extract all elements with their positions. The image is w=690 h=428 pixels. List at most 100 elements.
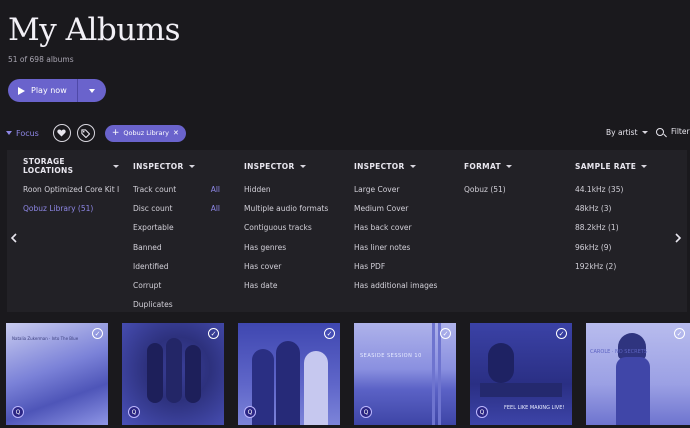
filter-label: Filter <box>671 127 690 136</box>
close-icon[interactable]: ✕ <box>173 129 179 137</box>
album-card[interactable]: Natalia Zukerman · Into The Blue ✓ Q <box>6 323 108 425</box>
option-label: Disc count <box>133 204 173 214</box>
figure <box>185 345 201 403</box>
option-label: Track count <box>133 185 177 194</box>
check-icon[interactable]: ✓ <box>208 328 219 339</box>
inspector-column-3: INSPECTOR Large Cover Medium Cover Has b… <box>354 160 454 295</box>
inspector-header[interactable]: INSPECTOR <box>244 160 344 172</box>
plus-icon: + <box>111 128 120 138</box>
filter-option[interactable]: Exportable <box>133 218 220 237</box>
focus-label: Focus <box>16 128 39 138</box>
album-card[interactable]: SEASIDE SESSION 10 ✓ Q <box>354 323 456 425</box>
column-heading: INSPECTOR <box>133 161 184 171</box>
favorite-filter-button[interactable] <box>52 124 71 142</box>
chevron-down-icon <box>6 131 12 135</box>
play-now-button[interactable]: Play now <box>8 79 77 102</box>
album-cover-text: Natalia Zukerman · Into The Blue <box>12 336 79 341</box>
chip-label: Qobuz Library <box>123 129 169 137</box>
focus-toggle[interactable]: Focus <box>6 129 39 138</box>
chevron-right-icon[interactable] <box>674 233 682 243</box>
sort-dropdown[interactable]: By artist <box>606 128 648 137</box>
filter-option[interactable]: Has PDF <box>354 257 454 276</box>
column-heading: INSPECTOR <box>244 161 295 171</box>
filter-option[interactable]: Banned <box>133 238 220 257</box>
qobuz-icon: Q <box>360 406 372 418</box>
album-card[interactable]: ✓ Q <box>238 323 340 425</box>
filter-option[interactable]: 88.2kHz (1) <box>575 218 665 237</box>
filter-option[interactable]: 44.1kHz (35) <box>575 180 665 199</box>
play-icon <box>18 86 25 95</box>
chevron-down-icon <box>299 164 306 168</box>
filter-option[interactable]: Identified <box>133 257 220 276</box>
divider <box>438 323 441 425</box>
filter-option[interactable]: Has back cover <box>354 218 454 237</box>
filter-option[interactable]: Has liner notes <box>354 238 454 257</box>
check-icon[interactable]: ✓ <box>324 328 335 339</box>
tag-filter-button[interactable] <box>76 124 95 142</box>
all-link[interactable]: All <box>211 199 220 218</box>
filter-option[interactable]: Large Cover <box>354 180 454 199</box>
filter-option[interactable]: Corrupt <box>133 276 220 295</box>
filter-option[interactable]: Has additional images <box>354 276 454 295</box>
figure <box>304 351 328 425</box>
focus-bar: Focus + Qobuz Library ✕ <box>6 124 186 142</box>
filter-option[interactable]: Disc count All <box>133 199 220 218</box>
filter-button[interactable]: Filter <box>656 127 690 136</box>
heart-icon <box>57 129 67 137</box>
sample-rate-header[interactable]: SAMPLE RATE <box>575 160 665 172</box>
filter-option[interactable]: Roon Optimized Core Kit Intr <box>23 180 119 199</box>
album-count: 51 of 698 albums <box>8 55 74 64</box>
format-column: FORMAT Qobuz (51) <box>464 160 554 199</box>
filter-option[interactable]: Qobuz (51) <box>464 180 554 199</box>
play-options-dropdown[interactable] <box>77 79 106 102</box>
check-icon[interactable]: ✓ <box>440 328 451 339</box>
search-icon <box>656 127 664 136</box>
storage-locations-header[interactable]: STORAGE LOCATIONS <box>23 157 119 175</box>
filter-option[interactable]: Contiguous tracks <box>244 218 344 237</box>
filter-option[interactable]: Has cover <box>244 257 344 276</box>
album-card[interactable]: ✓ Q <box>122 323 224 425</box>
check-icon[interactable]: ✓ <box>92 328 103 339</box>
album-card[interactable]: FEEL LIKE MAKING LIVE! ✓ Q <box>470 323 572 425</box>
inspector-header[interactable]: INSPECTOR <box>354 160 454 172</box>
filter-option[interactable]: Multiple audio formats <box>244 199 344 218</box>
album-cover-text: SEASIDE SESSION 10 <box>360 353 422 359</box>
inspector-column-1: INSPECTOR Track count All Disc count All… <box>133 160 220 314</box>
inspector-header[interactable]: INSPECTOR <box>133 160 220 172</box>
page-title: My Albums <box>8 12 181 48</box>
chevron-down-icon <box>188 164 195 168</box>
inspector-column-2: INSPECTOR Hidden Multiple audio formats … <box>244 160 344 295</box>
filter-option[interactable]: Hidden <box>244 180 344 199</box>
check-icon[interactable]: ✓ <box>556 328 567 339</box>
filter-option[interactable]: 96kHz (9) <box>575 238 665 257</box>
qobuz-library-chip[interactable]: + Qobuz Library ✕ <box>104 124 186 142</box>
chevron-down-icon <box>505 164 512 168</box>
chevron-down-icon <box>641 131 648 134</box>
album-cover-text: FEEL LIKE MAKING LIVE! <box>504 405 565 411</box>
filter-option[interactable]: Medium Cover <box>354 199 454 218</box>
play-button-group: Play now <box>8 79 106 102</box>
column-heading: INSPECTOR <box>354 161 405 171</box>
filter-option-selected[interactable]: Qobuz Library (51) <box>23 199 119 218</box>
all-link[interactable]: All <box>211 180 220 199</box>
filter-option[interactable]: 48kHz (3) <box>575 199 665 218</box>
filter-option[interactable]: Has date <box>244 276 344 295</box>
chevron-down-icon <box>409 164 416 168</box>
filter-option[interactable]: Has genres <box>244 238 344 257</box>
figure <box>166 338 182 403</box>
filter-option[interactable]: 192kHz (2) <box>575 257 665 276</box>
filter-option[interactable]: Duplicates <box>133 295 220 314</box>
column-heading: SAMPLE RATE <box>575 161 637 171</box>
qobuz-icon: Q <box>476 406 488 418</box>
sample-rate-column: SAMPLE RATE 44.1kHz (35) 48kHz (3) 88.2k… <box>575 160 665 276</box>
storage-locations-column: STORAGE LOCATIONS Roon Optimized Core Ki… <box>23 157 119 218</box>
album-card[interactable]: CAROLE · NO SECRETS ✓ <box>586 323 690 425</box>
qobuz-icon: Q <box>12 406 24 418</box>
play-now-label: Play now <box>31 86 67 95</box>
check-icon[interactable]: ✓ <box>674 328 685 339</box>
chevron-left-icon[interactable] <box>10 233 18 243</box>
filter-option[interactable]: Track count All <box>133 180 220 199</box>
figure <box>147 343 163 403</box>
format-header[interactable]: FORMAT <box>464 160 554 172</box>
column-heading: FORMAT <box>464 161 501 171</box>
